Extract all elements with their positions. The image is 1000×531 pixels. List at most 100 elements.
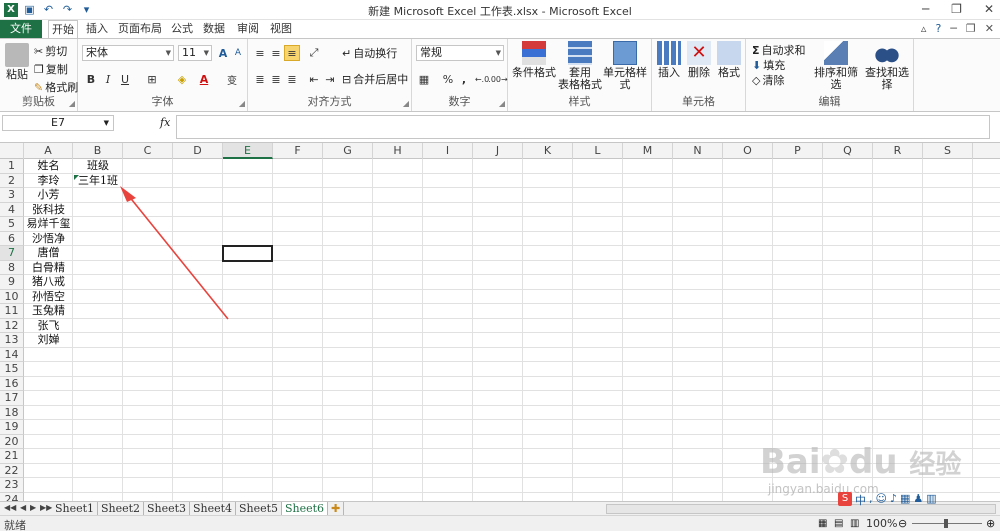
column-header-i[interactable]: I	[423, 143, 473, 159]
column-header-s[interactable]: S	[923, 143, 973, 159]
new-sheet-icon[interactable]: ✚	[328, 502, 345, 515]
format-as-table-button[interactable]: 套用 表格格式	[558, 41, 602, 91]
column-header-r[interactable]: R	[873, 143, 923, 159]
cell-a9[interactable]: 猪八戒	[24, 275, 73, 290]
grow-font-icon[interactable]: A	[215, 45, 231, 61]
row-header-22[interactable]: 22	[0, 463, 24, 478]
align-center-icon[interactable]: ≣	[268, 71, 284, 87]
insert-function-icon[interactable]: fx	[160, 116, 170, 129]
zoom-slider-thumb[interactable]	[944, 519, 948, 528]
row-header-20[interactable]: 20	[0, 434, 24, 449]
cell-a3[interactable]: 小芳	[24, 188, 73, 203]
wrap-text-button[interactable]: ↵ 自动换行	[342, 45, 397, 61]
orientation-icon[interactable]: ⤢	[306, 45, 322, 61]
cell-a6[interactable]: 沙悟净	[24, 232, 73, 247]
column-header-e[interactable]: E	[223, 143, 273, 159]
normal-view-icon[interactable]: ▦	[818, 518, 827, 529]
cell-a7[interactable]: 唐僧	[24, 246, 73, 261]
row-header-12[interactable]: 12	[0, 318, 24, 333]
sheet-tab-sheet3[interactable]: Sheet3	[144, 502, 191, 515]
row-header-23[interactable]: 23	[0, 478, 24, 493]
clipboard-launcher-icon[interactable]: ◢	[69, 99, 75, 108]
row-header-19[interactable]: 19	[0, 420, 24, 435]
column-header-d[interactable]: D	[173, 143, 223, 159]
format-cells-button[interactable]: 格式	[714, 41, 744, 79]
sheet-tab-sheet6[interactable]: Sheet6	[282, 502, 329, 515]
tab-review[interactable]: 审阅	[234, 20, 262, 38]
zoom-level[interactable]: 100%	[866, 517, 897, 530]
find-select-button[interactable]: 查找和选择	[862, 41, 912, 91]
cell-a13[interactable]: 刘婵	[24, 333, 73, 348]
sort-filter-button[interactable]: 排序和筛选	[812, 41, 860, 91]
row-header-3[interactable]: 3	[0, 188, 24, 203]
sheet-tab-sheet4[interactable]: Sheet4	[190, 502, 237, 515]
row-header-1[interactable]: 1	[0, 159, 24, 174]
number-launcher-icon[interactable]: ◢	[499, 99, 505, 108]
cut-button[interactable]: ✂ 剪切	[34, 43, 67, 59]
cell-a1[interactable]: 姓名	[24, 159, 73, 174]
shrink-font-icon[interactable]: A	[230, 45, 246, 61]
font-size-select[interactable]: 11 ▼	[178, 45, 212, 61]
name-box[interactable]: E7 ▼	[2, 115, 114, 131]
sheet-tab-sheet5[interactable]: Sheet5	[236, 502, 283, 515]
row-header-9[interactable]: 9	[0, 275, 24, 290]
italic-button[interactable]: I	[100, 71, 116, 87]
align-bottom-icon[interactable]: ≡	[284, 45, 300, 61]
row-header-17[interactable]: 17	[0, 391, 24, 406]
font-name-select[interactable]: 宋体 ▼	[82, 45, 174, 61]
accounting-format-icon[interactable]: ▦	[416, 71, 432, 87]
formula-input[interactable]	[176, 115, 990, 139]
align-right-icon[interactable]: ≣	[284, 71, 300, 87]
merge-center-button[interactable]: ⊟ 合并后居中	[342, 71, 408, 87]
fill-color-icon[interactable]: ◈	[174, 71, 190, 87]
column-header-l[interactable]: L	[573, 143, 623, 159]
column-header-g[interactable]: G	[323, 143, 373, 159]
cell-a5[interactable]: 易烊千玺	[24, 217, 73, 232]
conditional-format-button[interactable]: 条件格式	[512, 41, 556, 79]
cell-a11[interactable]: 玉兔精	[24, 304, 73, 319]
column-header-b[interactable]: B	[73, 143, 123, 159]
page-layout-view-icon[interactable]: ▤	[834, 518, 843, 529]
row-header-11[interactable]: 11	[0, 304, 24, 319]
delete-cells-button[interactable]: ✕ 删除	[684, 41, 714, 79]
decrease-decimal-icon[interactable]: .00→	[488, 71, 507, 87]
column-header-c[interactable]: C	[123, 143, 173, 159]
tab-view[interactable]: 视图	[267, 20, 295, 38]
insert-cells-button[interactable]: 插入	[654, 41, 684, 79]
alignment-launcher-icon[interactable]: ◢	[403, 99, 409, 108]
help-icon[interactable]: ?	[935, 22, 941, 35]
last-sheet-icon[interactable]: ▶▶	[40, 503, 52, 512]
row-header-16[interactable]: 16	[0, 376, 24, 391]
row-header-4[interactable]: 4	[0, 202, 24, 217]
zoom-in-icon[interactable]: ⊕	[986, 517, 995, 530]
row-header-10[interactable]: 10	[0, 289, 24, 304]
fill-button[interactable]: ⬇ 填充	[752, 57, 785, 73]
select-all-corner[interactable]	[0, 143, 24, 159]
row-header-7[interactable]: 7	[0, 246, 24, 261]
column-header-n[interactable]: N	[673, 143, 723, 159]
column-header-p[interactable]: P	[773, 143, 823, 159]
align-top-icon[interactable]: ≡	[252, 45, 268, 61]
zoom-out-icon[interactable]: ⊖	[898, 517, 907, 530]
cell-a4[interactable]: 张科技	[24, 203, 73, 218]
tab-page-layout[interactable]: 页面布局	[116, 20, 164, 38]
column-header-k[interactable]: K	[523, 143, 573, 159]
column-header-j[interactable]: J	[473, 143, 523, 159]
column-header-h[interactable]: H	[373, 143, 423, 159]
column-header-o[interactable]: O	[723, 143, 773, 159]
font-launcher-icon[interactable]: ◢	[239, 99, 245, 108]
cell-a10[interactable]: 孙悟空	[24, 290, 73, 305]
row-header-6[interactable]: 6	[0, 231, 24, 246]
cell-styles-button[interactable]: 单元格样式	[600, 41, 650, 91]
row-header-13[interactable]: 13	[0, 333, 24, 348]
row-header-18[interactable]: 18	[0, 405, 24, 420]
sheet-tab-sheet2[interactable]: Sheet2	[98, 502, 145, 515]
tab-formulas[interactable]: 公式	[168, 20, 196, 38]
copy-button[interactable]: ❐ 复制	[34, 61, 68, 77]
increase-indent-icon[interactable]: ⇥	[322, 71, 338, 87]
clear-button[interactable]: ◇ 清除	[752, 72, 784, 88]
page-break-view-icon[interactable]: ▥	[850, 518, 859, 529]
horizontal-scrollbar[interactable]	[606, 504, 996, 514]
next-sheet-icon[interactable]: ▶	[30, 503, 36, 512]
number-format-select[interactable]: 常规 ▼	[416, 45, 504, 61]
